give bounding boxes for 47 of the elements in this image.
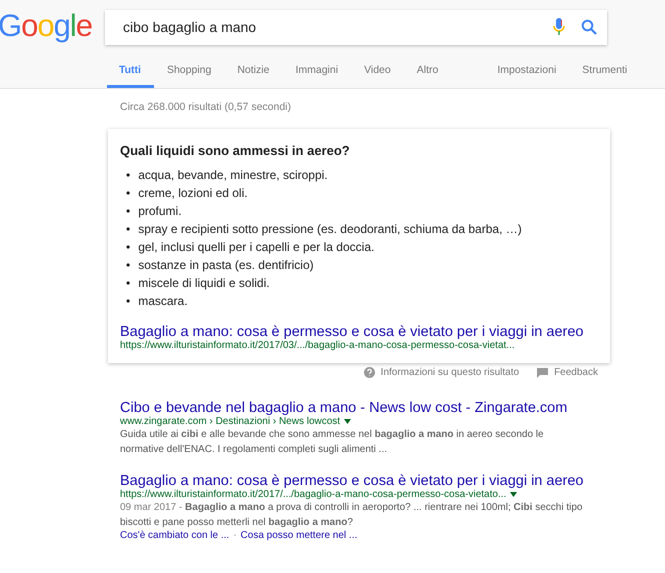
snippet-list-item: miscele di liquidi e solidi. — [138, 275, 270, 292]
sitelink[interactable]: Cosa posso mettere nel ... — [240, 530, 358, 541]
microphone-icon[interactable] — [553, 18, 565, 36]
snippet-question: Quali liquidi sono ammessi in aereo? — [120, 143, 351, 158]
bullet: • — [126, 203, 130, 220]
result-url: www.zingarate.com › Destinazioni › News lowcost — [120, 416, 340, 427]
search-tab[interactable]: Video — [351, 58, 404, 88]
search-tab[interactable]: Altro — [404, 58, 452, 88]
result-stats: Circa 268.000 risultati (0,57 secondi) — [120, 101, 292, 113]
bullet: • — [126, 293, 130, 310]
feedback-link[interactable]: Feedback — [554, 367, 598, 378]
result-title-link[interactable]: Bagaglio a mano: cosa è permesso e cosa è vietato per i viaggi in aereo — [120, 473, 584, 489]
bullet: • — [126, 275, 130, 292]
feedback-icon[interactable] — [537, 368, 548, 378]
result-description: 09 mar 2017 - Bagaglio a mano a prova di controlli in aeroporto? ... rientrare nei 100ml; Cibi secchi tipo biscotti e pane posso metterli nel bagaglio a mano? — [120, 501, 584, 530]
snippet-list-item: creme, lozioni ed oli. — [138, 185, 248, 202]
snippet-list-item: mascara. — [138, 293, 188, 310]
snippet-list-item: profumi. — [138, 203, 182, 220]
separator: · — [233, 530, 237, 541]
result-url: https://www.ilturistainformato.it/2017/03/.../bagaglio-a-mano-cosa-permesso-cosa-vietat... — [120, 340, 515, 351]
search-bar[interactable]: cibo bagaglio a mano — [105, 10, 607, 44]
search-field[interactable]: cibo bagaglio a mano — [121, 18, 553, 36]
bullet: • — [126, 257, 130, 274]
search-icon[interactable] — [581, 19, 597, 35]
search-tab[interactable]: Tutti — [107, 58, 154, 88]
result-title-link[interactable]: Bagaglio a mano: cosa è permesso e cosa è vietato per i viaggi in aereo — [120, 324, 584, 340]
bullet: • — [126, 239, 130, 256]
result-title-link[interactable]: Cibo e bevande nel bagaglio a mano - News low cost - Zingarate.com — [120, 400, 568, 416]
caret-icon[interactable] — [344, 419, 352, 424]
bullet: • — [126, 167, 130, 184]
bullet: • — [126, 185, 130, 202]
result-url: https://www.ilturistainformato.it/2017/.../bagaglio-a-mano-cosa-permesso-cosa-vietato... — [120, 489, 506, 500]
search-tab[interactable]: Shopping — [154, 58, 224, 88]
sitelink[interactable]: Cos'è cambiato con le ... — [120, 530, 230, 541]
snippet-list-item: sostanze in pasta (es. dentifricio) — [138, 257, 314, 274]
help-icon[interactable] — [364, 367, 375, 378]
caret-icon[interactable] — [510, 492, 518, 497]
search-tab[interactable]: Notizie — [224, 58, 282, 88]
tools-link[interactable]: Impostazioni — [485, 58, 570, 88]
search-tab[interactable]: Immagini — [282, 58, 352, 88]
snippet-list-item: gel, inclusi quelli per i capelli e per la doccia. — [138, 239, 374, 256]
tools-link[interactable]: Strumenti — [569, 58, 640, 88]
snippet-list-item: spray e recipienti sotto pressione (es. deodoranti, schiuma da barba, …) — [138, 221, 522, 238]
snippet-list-item: acqua, bevande, minestre, sciroppi. — [138, 167, 328, 184]
bullet: • — [126, 221, 130, 238]
about-result-link[interactable]: Informazioni su questo risultato — [380, 367, 520, 378]
result-description: Guida utile ai cibi e alle bevande che sono ammesse nel bagaglio a mano in aereo secondo le normative dell'ENAC. I regolamenti completi sugli alimenti ... — [120, 428, 545, 457]
